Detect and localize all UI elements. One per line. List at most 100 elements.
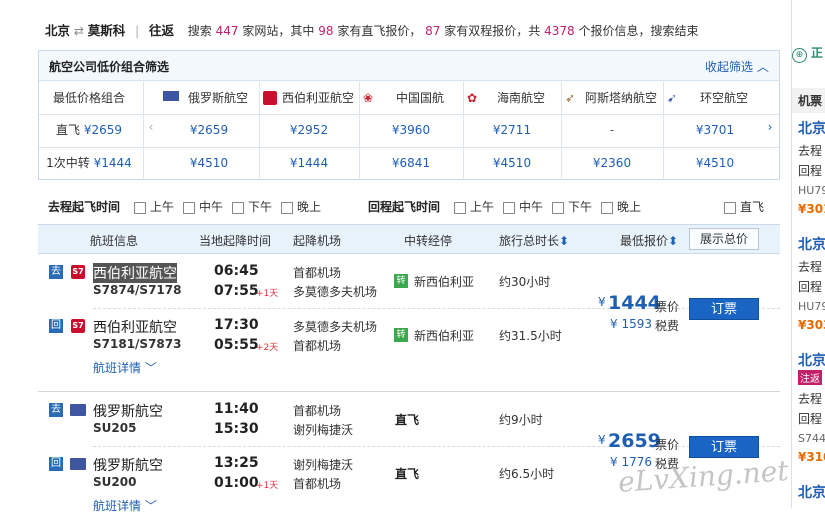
departure-airport: 首都机场 [293, 266, 342, 280]
search-summary: 北京 ⇄ 莫斯科 | 往返 搜索 447 家网站，其中 98 家有直飞报价， 8… [45, 20, 780, 42]
col-duration: 旅行总时长 [499, 234, 560, 248]
aeroflot-logo-icon [70, 458, 86, 470]
flight-code: S7181/S7873 [93, 337, 182, 351]
deal-leg: 回程 [798, 412, 823, 426]
return-noon[interactable]: 中午 [503, 198, 543, 215]
arrival-time: 15:30 [214, 421, 259, 437]
outbound-afternoon[interactable]: 下午 [232, 198, 272, 215]
arrival-airport: 首都机场 [293, 339, 342, 353]
option-label: 中午 [199, 200, 224, 214]
direct-only-filter[interactable]: 直飞 [724, 198, 764, 215]
checkbox[interactable] [454, 201, 466, 214]
sites-count: 447 [215, 24, 239, 38]
to-city: 莫斯科 [87, 23, 126, 38]
day-offset: +1天 [256, 289, 279, 299]
airline-filter-name[interactable]: 环空航空 [681, 82, 767, 114]
duration: 约6.5小时 [499, 467, 555, 481]
airline-direct-price[interactable]: ¥2711 [463, 114, 561, 146]
airline-direct-price[interactable]: ¥2659 [159, 114, 259, 146]
transfer-city: 新西伯利亚 [414, 275, 475, 289]
transfer-icon: 转 [394, 274, 408, 288]
option-label: 下午 [568, 200, 593, 214]
summary-text: 个报价信息，搜索结束 [578, 24, 699, 38]
arrival-time: 07:55 [214, 283, 259, 299]
duration: 约9小时 [499, 413, 543, 427]
checkbox[interactable] [134, 201, 146, 214]
airline-transfer-price[interactable]: ¥6841 [359, 147, 463, 179]
filter-header: 航空公司低价组合筛选 收起筛选 ︿ [39, 51, 779, 81]
transfer-combo[interactable]: 1次中转 ¥1444 [39, 147, 139, 179]
return-evening[interactable]: 晚上 [601, 198, 641, 215]
hainan-logo-icon: ✿ [467, 91, 478, 105]
globe-icon: ⊕ [792, 48, 807, 63]
day-offset: +1天 [256, 481, 279, 491]
return-afternoon[interactable]: 下午 [552, 198, 592, 215]
airline-transfer-price[interactable]: ¥1444 [259, 147, 359, 179]
airline-filter-name[interactable]: 俄罗斯航空 [177, 82, 259, 114]
airline-filter-name[interactable]: 阿斯塔纳航空 [579, 82, 663, 114]
direct-count: 98 [318, 24, 334, 38]
airline-transfer-price[interactable]: ¥2360 [561, 147, 663, 179]
airline-direct-price[interactable]: ¥3960 [359, 114, 463, 146]
show-total-button[interactable]: 展示总价 [689, 228, 759, 250]
leg-tag: 去 [49, 403, 63, 417]
swap-icon[interactable]: ⇄ [74, 24, 84, 38]
airline-name: 西伯利亚航空 [93, 320, 177, 336]
airline-transfer-price[interactable]: ¥4510 [159, 147, 259, 179]
sort-price[interactable]: 最低报价⬍ [620, 232, 678, 249]
option-label: 晚上 [617, 200, 642, 214]
direct-combo[interactable]: 直飞 ¥2659 [39, 114, 139, 146]
airline-name: 俄罗斯航空 [93, 458, 163, 474]
airline-filter-name[interactable]: 海南航空 [481, 82, 561, 114]
deal-code: HU79 [798, 184, 825, 197]
outbound-noon[interactable]: 中午 [183, 198, 223, 215]
air-china-logo-icon: ❀ [363, 91, 374, 105]
book-button[interactable]: 订票 [689, 436, 759, 458]
checkbox[interactable] [183, 201, 195, 214]
col-flight-info: 航班信息 [90, 234, 139, 248]
checkbox[interactable] [552, 201, 564, 214]
airline-filter-name[interactable]: 中国国航 [377, 82, 463, 114]
outbound-morning[interactable]: 上午 [134, 198, 174, 215]
checkbox[interactable] [232, 201, 244, 214]
deal-leg: 去程 [798, 260, 823, 274]
transfer-lowest-price: ¥1444 [93, 156, 132, 170]
departure-time: 13:25 [214, 455, 259, 471]
checkbox[interactable] [601, 201, 613, 214]
air-astana-logo-icon: ➶ [565, 91, 576, 105]
sidebar-heading: 机票 [792, 88, 825, 113]
direct-label: 直飞 [395, 467, 420, 481]
right-sidebar: ⊕ 正 机票 北京去程回程HU79¥301北京去程回程HU79¥303北京注返去… [791, 0, 825, 508]
airline-transfer-price[interactable]: ¥4510 [663, 147, 767, 179]
summary-text: 搜索 [187, 24, 212, 38]
arrival-airport: 首都机场 [293, 477, 342, 491]
s7-logo-icon: S7 [71, 319, 85, 333]
from-city: 北京 [45, 23, 71, 38]
flight-details-link[interactable]: 航班详情 ﹀ [93, 359, 157, 376]
option-label: 直飞 [740, 200, 765, 214]
airline-direct-price: - [609, 123, 615, 137]
fare-price: 2659 [608, 430, 661, 452]
airline-direct-price[interactable]: ¥2952 [259, 114, 359, 146]
return-morning[interactable]: 上午 [454, 198, 494, 215]
checkbox[interactable] [724, 201, 736, 214]
airline-transfer-price[interactable]: ¥4510 [463, 147, 561, 179]
summary-text: 家网站，其中 [242, 24, 315, 38]
fare-label: 票价 [655, 300, 680, 314]
airline-direct-price[interactable]: ¥3701 [663, 114, 767, 146]
outbound-evening[interactable]: 晚上 [281, 198, 321, 215]
book-button[interactable]: 订票 [689, 298, 759, 320]
deal-leg: 回程 [798, 280, 823, 294]
collapse-filter-link[interactable]: 收起筛选 ︿ [705, 58, 769, 75]
flight-code: S7874/S7178 [93, 283, 182, 297]
sort-duration[interactable]: 旅行总时长⬍ [499, 232, 569, 249]
flight-code: SU205 [93, 421, 137, 435]
scroll-left-arrow[interactable]: ‹ [145, 120, 157, 134]
group-divider [38, 391, 780, 392]
summary-text: 家有直飞报价， [337, 24, 422, 38]
checkbox[interactable] [503, 201, 515, 214]
checkbox[interactable] [281, 201, 293, 214]
airline-filter-name[interactable]: 西伯利亚航空 [277, 82, 359, 114]
s7-logo-icon: S7 [71, 265, 85, 279]
flight-details-link[interactable]: 航班详情 ﹀ [93, 497, 157, 514]
